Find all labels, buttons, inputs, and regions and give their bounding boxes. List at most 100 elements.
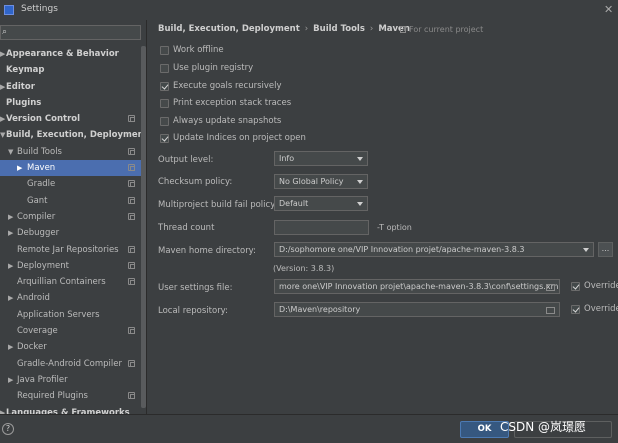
browse-maven-home-button[interactable]: ... bbox=[598, 242, 613, 257]
sidebar-item[interactable]: ▶ Docker bbox=[0, 339, 146, 355]
breadcrumb-item: Build, Execution, Deployment bbox=[158, 24, 300, 34]
sidebar-item[interactable]: ▶ Languages & Frameworks bbox=[0, 405, 146, 414]
fail-policy-select[interactable]: Default bbox=[274, 196, 368, 211]
chevron-down-icon bbox=[357, 157, 363, 161]
sidebar-item[interactable]: ▼ Build Tools bbox=[0, 144, 146, 160]
chevron-right-icon[interactable]: ▶ bbox=[8, 339, 13, 355]
sidebar-item[interactable]: Application Servers bbox=[0, 307, 146, 323]
chevron-right-icon[interactable]: ▶ bbox=[8, 209, 13, 225]
chevron-right-icon[interactable]: ▶ bbox=[8, 258, 13, 274]
scope-note: For current project bbox=[400, 25, 483, 34]
maven-home-label: Maven home directory: bbox=[158, 246, 256, 256]
chevron-down-icon[interactable]: ▼ bbox=[8, 144, 13, 160]
checksum-policy-select[interactable]: No Global Policy bbox=[274, 174, 368, 189]
project-scope-icon bbox=[128, 212, 135, 220]
checkbox-box[interactable] bbox=[160, 64, 169, 73]
local-repository-label: Local repository: bbox=[158, 306, 228, 316]
sidebar-item[interactable]: ▶ Compiler bbox=[0, 209, 146, 225]
local-repository-override-checkbox[interactable]: Override bbox=[571, 304, 618, 316]
sidebar-item[interactable]: ▶ Java Profiler bbox=[0, 372, 146, 388]
sidebar-item[interactable]: ▶ Android bbox=[0, 290, 146, 306]
sidebar-item[interactable]: ▶ Debugger bbox=[0, 225, 146, 241]
chevron-down-icon[interactable]: ▼ bbox=[0, 127, 5, 143]
checkbox-box[interactable] bbox=[160, 117, 169, 126]
chevron-right-icon[interactable]: ▶ bbox=[0, 111, 5, 127]
print-exception-stack-traces-checkbox[interactable]: Print exception stack traces bbox=[160, 98, 360, 110]
sidebar-item[interactable]: ▶ Version Control bbox=[0, 111, 146, 127]
sidebar-item[interactable]: Coverage bbox=[0, 323, 146, 339]
sidebar-item[interactable]: ▶ Maven bbox=[0, 160, 146, 177]
sidebar-item[interactable]: Remote Jar Repositories bbox=[0, 242, 146, 258]
chevron-right-icon[interactable]: ▶ bbox=[0, 79, 5, 95]
folder-icon[interactable] bbox=[546, 284, 555, 291]
project-scope-icon bbox=[128, 180, 135, 188]
sidebar-item[interactable]: Gradle-Android Compiler bbox=[0, 356, 146, 372]
work-offline-checkbox[interactable]: Work offline bbox=[160, 45, 360, 57]
page-icon bbox=[400, 26, 406, 33]
chevron-right-icon[interactable]: ▶ bbox=[8, 225, 13, 241]
sidebar-item-label: Build Tools bbox=[17, 146, 62, 157]
user-settings-override-checkbox[interactable]: Override bbox=[571, 281, 618, 293]
dialog-footer: ? OK CSDN @岚璟愿 bbox=[0, 414, 618, 443]
always-update-snapshots-checkbox[interactable]: Always update snapshots bbox=[160, 116, 360, 128]
thread-count-input[interactable] bbox=[274, 220, 369, 235]
local-repository-input[interactable]: D:\Maven\repository bbox=[274, 302, 560, 317]
sidebar-item[interactable]: ▶ Deployment bbox=[0, 258, 146, 274]
chevron-right-icon[interactable]: ▶ bbox=[8, 290, 13, 306]
chevron-right-icon[interactable]: ▶ bbox=[17, 160, 22, 176]
chevron-down-icon bbox=[357, 202, 363, 206]
sidebar-item-label: Required Plugins bbox=[17, 391, 88, 402]
sidebar-item[interactable]: Required Plugins bbox=[0, 388, 146, 404]
chevron-down-icon bbox=[357, 180, 363, 184]
sidebar-item-label: Deployment bbox=[17, 260, 69, 271]
sidebar-item-label: Application Servers bbox=[17, 309, 100, 320]
output-level-select[interactable]: Info bbox=[274, 151, 368, 166]
fail-policy-label: Multiproject build fail policy: bbox=[158, 200, 278, 210]
checkbox-box[interactable] bbox=[160, 82, 169, 91]
sidebar-item-label: Coverage bbox=[17, 326, 58, 337]
sidebar-item-label: Compiler bbox=[17, 211, 56, 222]
maven-version-label: (Version: 3.8.3) bbox=[273, 264, 335, 273]
sidebar-item-label: Remote Jar Repositories bbox=[17, 244, 119, 255]
settings-sidebar: ⌕ ▶ Appearance & Behavior Keymap ▶ Editor Plu… bbox=[0, 20, 146, 414]
sidebar-item[interactable]: Gant bbox=[0, 193, 146, 209]
title-bar: Settings ✕ bbox=[0, 0, 618, 20]
maven-home-select[interactable]: D:/sophomore one/VIP Innovation projet/a… bbox=[274, 242, 594, 257]
sidebar-item[interactable]: Plugins bbox=[0, 95, 146, 111]
sidebar-item[interactable]: Keymap bbox=[0, 62, 146, 78]
chevron-down-icon bbox=[583, 248, 589, 252]
sidebar-item[interactable]: Arquillian Containers bbox=[0, 274, 146, 290]
sidebar-item-label: Gradle bbox=[27, 179, 56, 190]
sidebar-item-label: Gradle-Android Compiler bbox=[17, 358, 122, 369]
breadcrumb: Build, Execution, Deployment › Build Tools… bbox=[158, 24, 410, 34]
use-plugin-registry-checkbox[interactable]: Use plugin registry bbox=[160, 63, 360, 75]
close-icon[interactable]: ✕ bbox=[604, 3, 613, 16]
user-settings-input[interactable]: more one\VIP Innovation projet\apache-ma… bbox=[274, 279, 560, 294]
update-indices-checkbox[interactable]: Update Indices on project open bbox=[160, 133, 360, 145]
checkbox-box[interactable] bbox=[571, 282, 580, 291]
sidebar-item[interactable]: ▶ Editor bbox=[0, 79, 146, 95]
sidebar-item[interactable]: ▶ Appearance & Behavior bbox=[0, 46, 146, 62]
sidebar-item-label: Gant bbox=[27, 195, 48, 206]
checkbox-box[interactable] bbox=[160, 134, 169, 143]
thread-count-hint: -T option bbox=[377, 223, 412, 232]
checkbox-box[interactable] bbox=[160, 99, 169, 108]
sidebar-item-label: Docker bbox=[17, 342, 47, 353]
project-scope-icon bbox=[128, 164, 135, 172]
execute-goals-recursively-checkbox[interactable]: Execute goals recursively bbox=[160, 81, 360, 93]
chevron-right-icon[interactable]: ▶ bbox=[0, 405, 5, 414]
sidebar-item-label: Version Control bbox=[6, 114, 81, 125]
checkbox-box[interactable] bbox=[571, 305, 580, 314]
help-button[interactable]: ? bbox=[2, 423, 14, 435]
search-input[interactable]: ⌕ bbox=[0, 25, 141, 40]
sidebar-item[interactable]: Gradle bbox=[0, 176, 146, 192]
chevron-right-icon[interactable]: ▶ bbox=[0, 46, 5, 62]
sidebar-item-label: Editor bbox=[6, 81, 35, 92]
folder-icon[interactable] bbox=[546, 307, 555, 314]
project-scope-icon bbox=[128, 327, 135, 335]
sidebar-item[interactable]: ▼ Build, Execution, Deployment bbox=[0, 127, 146, 143]
chevron-right-icon[interactable]: ▶ bbox=[8, 372, 13, 388]
window-title: Settings bbox=[21, 4, 58, 14]
checkbox-box[interactable] bbox=[160, 46, 169, 55]
sidebar-item-label: Build, Execution, Deployment bbox=[6, 130, 146, 141]
